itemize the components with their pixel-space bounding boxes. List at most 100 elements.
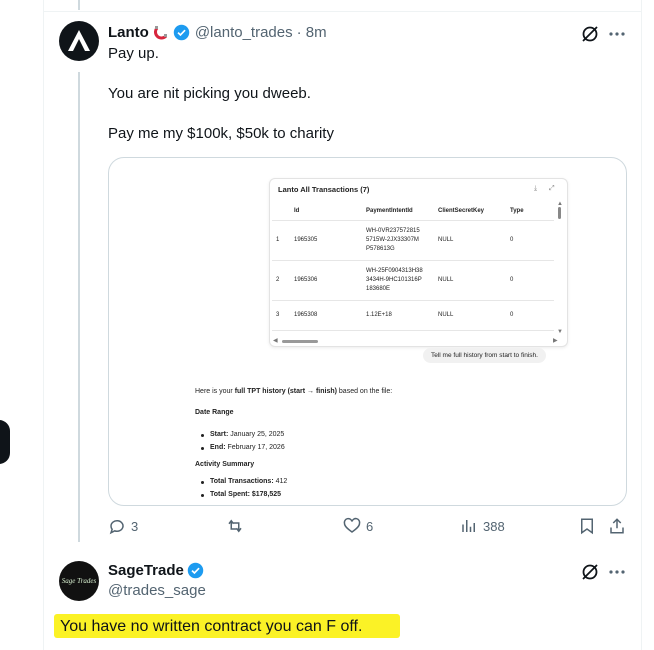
bullet xyxy=(201,447,204,450)
cell-id: 1965305 xyxy=(290,220,362,261)
author-name[interactable]: Lanto xyxy=(108,24,149,41)
transactions-card: Lanto All Transactions (7) ⤓ ⤢ Id Paymen… xyxy=(269,178,568,347)
total-tx-label: Total Transactions: xyxy=(210,478,274,485)
end-value: February 17, 2026 xyxy=(225,444,285,451)
cell-id: 1965308 xyxy=(290,300,362,331)
total-spent: Total Spent: $178,525 xyxy=(210,491,281,498)
table-row: 2 1965306 WH-25F0904313H38 3434H-9HC10131… xyxy=(272,260,554,301)
like-count: 6 xyxy=(366,518,374,534)
reply-handle[interactable]: @trades_sage xyxy=(108,582,206,599)
grok-icon[interactable] xyxy=(580,562,600,582)
intro-text-end: based on the file: xyxy=(336,388,393,395)
avatar-text: Sage Trades xyxy=(61,577,97,585)
cell-secret: NULL xyxy=(434,300,506,331)
magnet-icon xyxy=(153,25,167,39)
section-heading-date: Date Range xyxy=(195,409,234,416)
column-border-left xyxy=(43,0,44,650)
cell-type: 0 xyxy=(506,220,554,261)
more-icon[interactable] xyxy=(607,562,627,582)
download-icon[interactable]: ⤓ xyxy=(534,185,537,193)
tweet-actions: 3 6 388 xyxy=(108,517,628,537)
retweet-button[interactable] xyxy=(225,517,250,535)
share-icon[interactable] xyxy=(608,517,626,535)
cell-payment-line: WH-25F0904313H38 xyxy=(366,268,423,274)
author-handle[interactable]: @lanto_trades xyxy=(195,24,293,41)
top-separator xyxy=(43,11,641,12)
tweet-header: Lanto @lanto_trades · 8m xyxy=(108,24,327,41)
cell-type: 0 xyxy=(506,300,554,331)
logo-icon xyxy=(68,30,90,51)
total-spent-label: Total Spent: $178,525 xyxy=(210,491,282,498)
scroll-left-icon[interactable]: ◀ xyxy=(273,337,278,344)
bookmark-icon[interactable] xyxy=(578,517,596,535)
intro-bold: full TPT history (start → finish) xyxy=(234,388,337,395)
cell-payment-line: 183680E xyxy=(366,286,391,292)
reply-button[interactable]: 3 xyxy=(108,517,138,535)
tweet-time[interactable]: · 8m xyxy=(297,24,327,41)
transactions-table: Id PaymentIntentId ClientSecretKey Type … xyxy=(272,202,554,331)
table-row: 3 1965308 1.12E+18 NULL 0 xyxy=(272,300,554,331)
start-date: Start: January 25, 2025 xyxy=(210,431,284,438)
reply-count: 3 xyxy=(131,518,139,534)
card-title: Lanto All Transactions (7) xyxy=(278,185,370,194)
cell-payment-line: 3434H-9HC101316P xyxy=(366,277,422,283)
intro-text: Here is your xyxy=(195,388,235,395)
thread-line xyxy=(78,72,80,542)
vertical-scrollbar[interactable] xyxy=(558,207,561,219)
start-value: January 25, 2025 xyxy=(228,431,285,438)
cell-secret: NULL xyxy=(434,220,506,261)
end-label: End: xyxy=(210,444,226,451)
like-icon xyxy=(343,517,361,533)
reply-avatar[interactable]: Sage Trades xyxy=(59,561,99,601)
cell-payment-line: P578613G xyxy=(366,246,395,252)
retweet-icon xyxy=(228,519,242,533)
column-header: ClientSecretKey xyxy=(434,202,506,221)
like-button[interactable]: 6 xyxy=(343,517,373,535)
tweet-line-2: You are nit picking you dweeb. xyxy=(108,85,311,102)
views-icon xyxy=(462,520,475,532)
verified-badge-icon xyxy=(173,24,190,41)
verified-badge-icon xyxy=(187,562,204,579)
column-header: PaymentIntentId xyxy=(362,202,434,221)
row-number: 3 xyxy=(272,300,290,331)
response-intro: Here is your full TPT history (start → f… xyxy=(195,388,392,395)
table-header-row: Id PaymentIntentId ClientSecretKey Type xyxy=(272,202,554,221)
cell-payment: WH-0VR237572815 5715W-2JX33307M P578613G xyxy=(362,220,434,261)
cell-secret: NULL xyxy=(434,260,506,301)
horizontal-scrollbar[interactable] xyxy=(282,340,318,343)
cell-payment-line: 5715W-2JX33307M xyxy=(366,237,419,243)
reply-text: You have no written contract you can F o… xyxy=(60,618,363,635)
scroll-down-icon[interactable]: ▼ xyxy=(557,329,563,335)
reply-icon xyxy=(109,520,124,535)
section-heading-activity: Activity Summary xyxy=(195,461,255,468)
more-icon[interactable] xyxy=(607,24,627,44)
view-count: 388 xyxy=(483,518,505,534)
grok-icon[interactable] xyxy=(580,24,600,44)
bullet xyxy=(201,434,204,437)
cell-payment: 1.12E+18 xyxy=(362,300,434,331)
bullet xyxy=(201,481,204,484)
cell-type: 0 xyxy=(506,260,554,301)
thread-line-top xyxy=(78,0,80,10)
reply-author-name[interactable]: SageTrade xyxy=(108,562,184,579)
total-transactions: Total Transactions: 412 xyxy=(210,478,287,485)
column-header xyxy=(272,202,290,221)
total-tx-value: 412 xyxy=(273,478,288,485)
column-header: Type xyxy=(506,202,554,221)
table-row: 1 1965305 WH-0VR237572815 5715W-2JX33307M… xyxy=(272,220,554,261)
tweet-media[interactable]: Lanto All Transactions (7) ⤓ ⤢ Id Paymen… xyxy=(108,157,627,506)
scroll-right-icon[interactable]: ▶ xyxy=(553,337,558,344)
expand-icon[interactable]: ⤢ xyxy=(549,185,555,193)
column-header: Id xyxy=(290,202,362,221)
scroll-up-icon[interactable]: ▲ xyxy=(557,201,563,207)
row-number: 2 xyxy=(272,260,290,301)
views-button[interactable]: 388 xyxy=(460,517,505,535)
floating-button-edge[interactable] xyxy=(0,420,10,464)
cell-payment-line: WH-0VR237572815 xyxy=(366,228,420,234)
avatar[interactable] xyxy=(59,21,99,61)
row-number: 1 xyxy=(272,220,290,261)
start-label: Start: xyxy=(210,431,229,438)
user-prompt-bubble: Tell me full history from start to finis… xyxy=(423,348,546,363)
cell-payment: WH-25F0904313H38 3434H-9HC101316P 183680E xyxy=(362,260,434,301)
bullet xyxy=(201,494,204,497)
